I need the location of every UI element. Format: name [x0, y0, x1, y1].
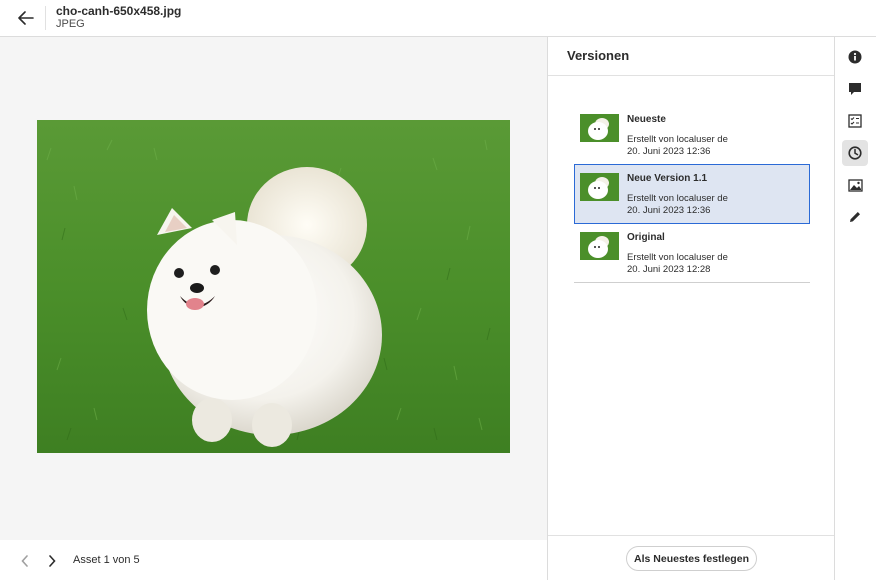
chevron-left-icon	[21, 555, 28, 567]
set-as-latest-button[interactable]: Als Neuestes festlegen	[626, 546, 757, 571]
info-icon	[848, 50, 862, 64]
chevron-right-icon	[49, 555, 56, 567]
version-item-latest[interactable]: Neueste Erstellt von localuser de 20. Ju…	[574, 105, 810, 165]
rail-tasks-button[interactable]	[842, 108, 868, 134]
version-item-1-1[interactable]: Neue Version 1.1 Erstellt von localuser …	[574, 164, 810, 224]
rail-comments-button[interactable]	[842, 76, 868, 102]
side-rail	[836, 37, 876, 580]
comment-icon	[849, 83, 861, 95]
version-item-original[interactable]: Original Erstellt von localuser de 20. J…	[574, 223, 810, 283]
version-thumbnail	[580, 173, 619, 201]
version-thumbnail	[580, 114, 619, 142]
asset-preview-area	[0, 37, 547, 540]
versions-panel: Versionen Neueste Erstellt von localuser…	[547, 37, 835, 580]
divider	[548, 535, 834, 536]
image-renditions-icon	[847, 178, 863, 192]
version-author: Erstellt von localuser de	[627, 252, 728, 263]
divider	[548, 75, 834, 76]
top-bar: cho-canh-650x458.jpg JPEG	[0, 0, 876, 37]
divider	[574, 282, 810, 283]
rail-versions-button[interactable]	[842, 140, 868, 166]
rail-info-button[interactable]	[842, 44, 868, 70]
version-thumbnail	[580, 232, 619, 260]
rail-renditions-button[interactable]	[842, 172, 868, 198]
version-title: Neue Version 1.1	[627, 173, 708, 184]
arrow-left-icon	[18, 11, 34, 25]
version-author: Erstellt von localuser de	[627, 193, 728, 204]
asset-navigation: Asset 1 von 5	[0, 540, 547, 580]
previous-asset-button[interactable]	[16, 552, 34, 570]
panel-title: Versionen	[567, 48, 630, 63]
version-date: 20. Juni 2023 12:36	[627, 146, 711, 157]
asset-image[interactable]	[37, 120, 510, 453]
back-button[interactable]	[14, 6, 38, 30]
tasks-icon	[848, 114, 862, 128]
clock-history-icon	[848, 146, 862, 160]
asset-counter: Asset 1 von 5	[73, 554, 140, 566]
next-asset-button[interactable]	[43, 552, 61, 570]
version-author: Erstellt von localuser de	[627, 134, 728, 145]
pencil-edit-icon	[850, 212, 860, 222]
header-divider	[45, 6, 46, 30]
rail-edit-button[interactable]	[842, 204, 868, 230]
version-title: Original	[627, 232, 665, 243]
version-date: 20. Juni 2023 12:28	[627, 264, 711, 275]
version-date: 20. Juni 2023 12:36	[627, 205, 711, 216]
file-name: cho-canh-650x458.jpg	[56, 4, 182, 18]
version-title: Neueste	[627, 114, 666, 125]
file-type: JPEG	[56, 18, 85, 30]
